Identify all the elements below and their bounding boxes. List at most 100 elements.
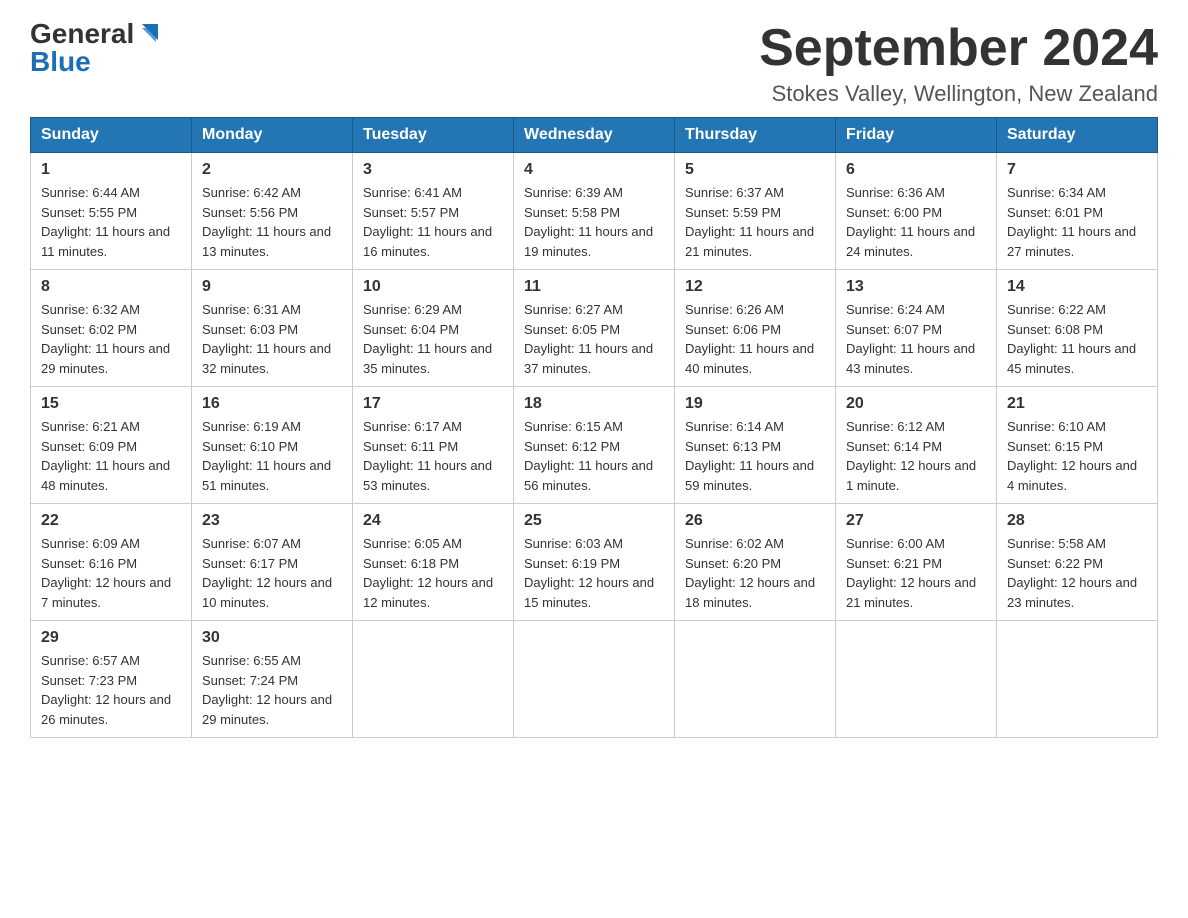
calendar-cell: 12 Sunrise: 6:26 AM Sunset: 6:06 PM Dayl…: [675, 270, 836, 387]
day-info: Sunrise: 6:05 AM Sunset: 6:18 PM Dayligh…: [363, 534, 503, 612]
day-number: 19: [685, 395, 825, 413]
day-info: Sunrise: 6:57 AM Sunset: 7:23 PM Dayligh…: [41, 651, 181, 729]
logo-blue-text: Blue: [30, 46, 91, 78]
header-friday: Friday: [836, 118, 997, 153]
day-info: Sunrise: 6:21 AM Sunset: 6:09 PM Dayligh…: [41, 417, 181, 495]
calendar-cell: 28 Sunrise: 5:58 AM Sunset: 6:22 PM Dayl…: [997, 504, 1158, 621]
logo-general-text: General: [30, 20, 134, 48]
calendar-header-row: Sunday Monday Tuesday Wednesday Thursday…: [31, 118, 1158, 153]
calendar-cell: 13 Sunrise: 6:24 AM Sunset: 6:07 PM Dayl…: [836, 270, 997, 387]
day-info: Sunrise: 6:31 AM Sunset: 6:03 PM Dayligh…: [202, 300, 342, 378]
calendar-cell: 19 Sunrise: 6:14 AM Sunset: 6:13 PM Dayl…: [675, 387, 836, 504]
calendar-cell: 6 Sunrise: 6:36 AM Sunset: 6:00 PM Dayli…: [836, 153, 997, 270]
calendar-cell: 30 Sunrise: 6:55 AM Sunset: 7:24 PM Dayl…: [192, 621, 353, 738]
day-info: Sunrise: 6:42 AM Sunset: 5:56 PM Dayligh…: [202, 183, 342, 261]
day-number: 18: [524, 395, 664, 413]
day-info: Sunrise: 6:24 AM Sunset: 6:07 PM Dayligh…: [846, 300, 986, 378]
day-info: Sunrise: 6:36 AM Sunset: 6:00 PM Dayligh…: [846, 183, 986, 261]
day-info: Sunrise: 6:44 AM Sunset: 5:55 PM Dayligh…: [41, 183, 181, 261]
day-number: 12: [685, 278, 825, 296]
day-info: Sunrise: 6:19 AM Sunset: 6:10 PM Dayligh…: [202, 417, 342, 495]
day-info: Sunrise: 6:29 AM Sunset: 6:04 PM Dayligh…: [363, 300, 503, 378]
day-number: 6: [846, 161, 986, 179]
logo: General Blue: [30, 20, 164, 78]
day-number: 22: [41, 512, 181, 530]
day-number: 27: [846, 512, 986, 530]
calendar-cell: 18 Sunrise: 6:15 AM Sunset: 6:12 PM Dayl…: [514, 387, 675, 504]
calendar-cell: [514, 621, 675, 738]
day-info: Sunrise: 6:26 AM Sunset: 6:06 PM Dayligh…: [685, 300, 825, 378]
day-info: Sunrise: 6:12 AM Sunset: 6:14 PM Dayligh…: [846, 417, 986, 495]
day-info: Sunrise: 6:14 AM Sunset: 6:13 PM Dayligh…: [685, 417, 825, 495]
day-number: 4: [524, 161, 664, 179]
month-title: September 2024: [759, 20, 1158, 77]
calendar-cell: 23 Sunrise: 6:07 AM Sunset: 6:17 PM Dayl…: [192, 504, 353, 621]
day-number: 9: [202, 278, 342, 296]
header-monday: Monday: [192, 118, 353, 153]
day-number: 17: [363, 395, 503, 413]
day-number: 16: [202, 395, 342, 413]
day-number: 30: [202, 629, 342, 647]
calendar-cell: 24 Sunrise: 6:05 AM Sunset: 6:18 PM Dayl…: [353, 504, 514, 621]
calendar-cell: 8 Sunrise: 6:32 AM Sunset: 6:02 PM Dayli…: [31, 270, 192, 387]
day-info: Sunrise: 6:37 AM Sunset: 5:59 PM Dayligh…: [685, 183, 825, 261]
day-number: 20: [846, 395, 986, 413]
day-info: Sunrise: 6:17 AM Sunset: 6:11 PM Dayligh…: [363, 417, 503, 495]
header-wednesday: Wednesday: [514, 118, 675, 153]
calendar-cell: 1 Sunrise: 6:44 AM Sunset: 5:55 PM Dayli…: [31, 153, 192, 270]
day-number: 23: [202, 512, 342, 530]
calendar-week-4: 22 Sunrise: 6:09 AM Sunset: 6:16 PM Dayl…: [31, 504, 1158, 621]
day-number: 3: [363, 161, 503, 179]
day-number: 13: [846, 278, 986, 296]
logo-arrow-icon: [136, 20, 164, 48]
calendar-cell: [675, 621, 836, 738]
day-number: 24: [363, 512, 503, 530]
day-number: 14: [1007, 278, 1147, 296]
day-number: 25: [524, 512, 664, 530]
header-thursday: Thursday: [675, 118, 836, 153]
calendar-week-3: 15 Sunrise: 6:21 AM Sunset: 6:09 PM Dayl…: [31, 387, 1158, 504]
header-saturday: Saturday: [997, 118, 1158, 153]
day-info: Sunrise: 6:32 AM Sunset: 6:02 PM Dayligh…: [41, 300, 181, 378]
calendar-cell: [997, 621, 1158, 738]
calendar-cell: 14 Sunrise: 6:22 AM Sunset: 6:08 PM Dayl…: [997, 270, 1158, 387]
calendar-cell: 20 Sunrise: 6:12 AM Sunset: 6:14 PM Dayl…: [836, 387, 997, 504]
location-subtitle: Stokes Valley, Wellington, New Zealand: [759, 81, 1158, 107]
day-info: Sunrise: 6:27 AM Sunset: 6:05 PM Dayligh…: [524, 300, 664, 378]
calendar-cell: 9 Sunrise: 6:31 AM Sunset: 6:03 PM Dayli…: [192, 270, 353, 387]
day-number: 2: [202, 161, 342, 179]
header-tuesday: Tuesday: [353, 118, 514, 153]
calendar-cell: [353, 621, 514, 738]
calendar-cell: 4 Sunrise: 6:39 AM Sunset: 5:58 PM Dayli…: [514, 153, 675, 270]
calendar-cell: 26 Sunrise: 6:02 AM Sunset: 6:20 PM Dayl…: [675, 504, 836, 621]
day-info: Sunrise: 6:00 AM Sunset: 6:21 PM Dayligh…: [846, 534, 986, 612]
day-number: 1: [41, 161, 181, 179]
calendar-table: Sunday Monday Tuesday Wednesday Thursday…: [30, 117, 1158, 738]
day-info: Sunrise: 6:22 AM Sunset: 6:08 PM Dayligh…: [1007, 300, 1147, 378]
day-number: 26: [685, 512, 825, 530]
day-number: 8: [41, 278, 181, 296]
day-number: 5: [685, 161, 825, 179]
day-number: 11: [524, 278, 664, 296]
day-info: Sunrise: 6:41 AM Sunset: 5:57 PM Dayligh…: [363, 183, 503, 261]
calendar-cell: 27 Sunrise: 6:00 AM Sunset: 6:21 PM Dayl…: [836, 504, 997, 621]
calendar-cell: [836, 621, 997, 738]
page-header: General Blue September 2024 Stokes Valle…: [30, 20, 1158, 107]
calendar-cell: 11 Sunrise: 6:27 AM Sunset: 6:05 PM Dayl…: [514, 270, 675, 387]
header-sunday: Sunday: [31, 118, 192, 153]
calendar-cell: 15 Sunrise: 6:21 AM Sunset: 6:09 PM Dayl…: [31, 387, 192, 504]
day-number: 21: [1007, 395, 1147, 413]
calendar-week-1: 1 Sunrise: 6:44 AM Sunset: 5:55 PM Dayli…: [31, 153, 1158, 270]
calendar-week-5: 29 Sunrise: 6:57 AM Sunset: 7:23 PM Dayl…: [31, 621, 1158, 738]
day-info: Sunrise: 6:10 AM Sunset: 6:15 PM Dayligh…: [1007, 417, 1147, 495]
day-number: 29: [41, 629, 181, 647]
day-info: Sunrise: 5:58 AM Sunset: 6:22 PM Dayligh…: [1007, 534, 1147, 612]
title-block: September 2024 Stokes Valley, Wellington…: [759, 20, 1158, 107]
day-info: Sunrise: 6:07 AM Sunset: 6:17 PM Dayligh…: [202, 534, 342, 612]
day-number: 10: [363, 278, 503, 296]
calendar-cell: 25 Sunrise: 6:03 AM Sunset: 6:19 PM Dayl…: [514, 504, 675, 621]
day-info: Sunrise: 6:15 AM Sunset: 6:12 PM Dayligh…: [524, 417, 664, 495]
day-number: 15: [41, 395, 181, 413]
day-number: 7: [1007, 161, 1147, 179]
calendar-week-2: 8 Sunrise: 6:32 AM Sunset: 6:02 PM Dayli…: [31, 270, 1158, 387]
